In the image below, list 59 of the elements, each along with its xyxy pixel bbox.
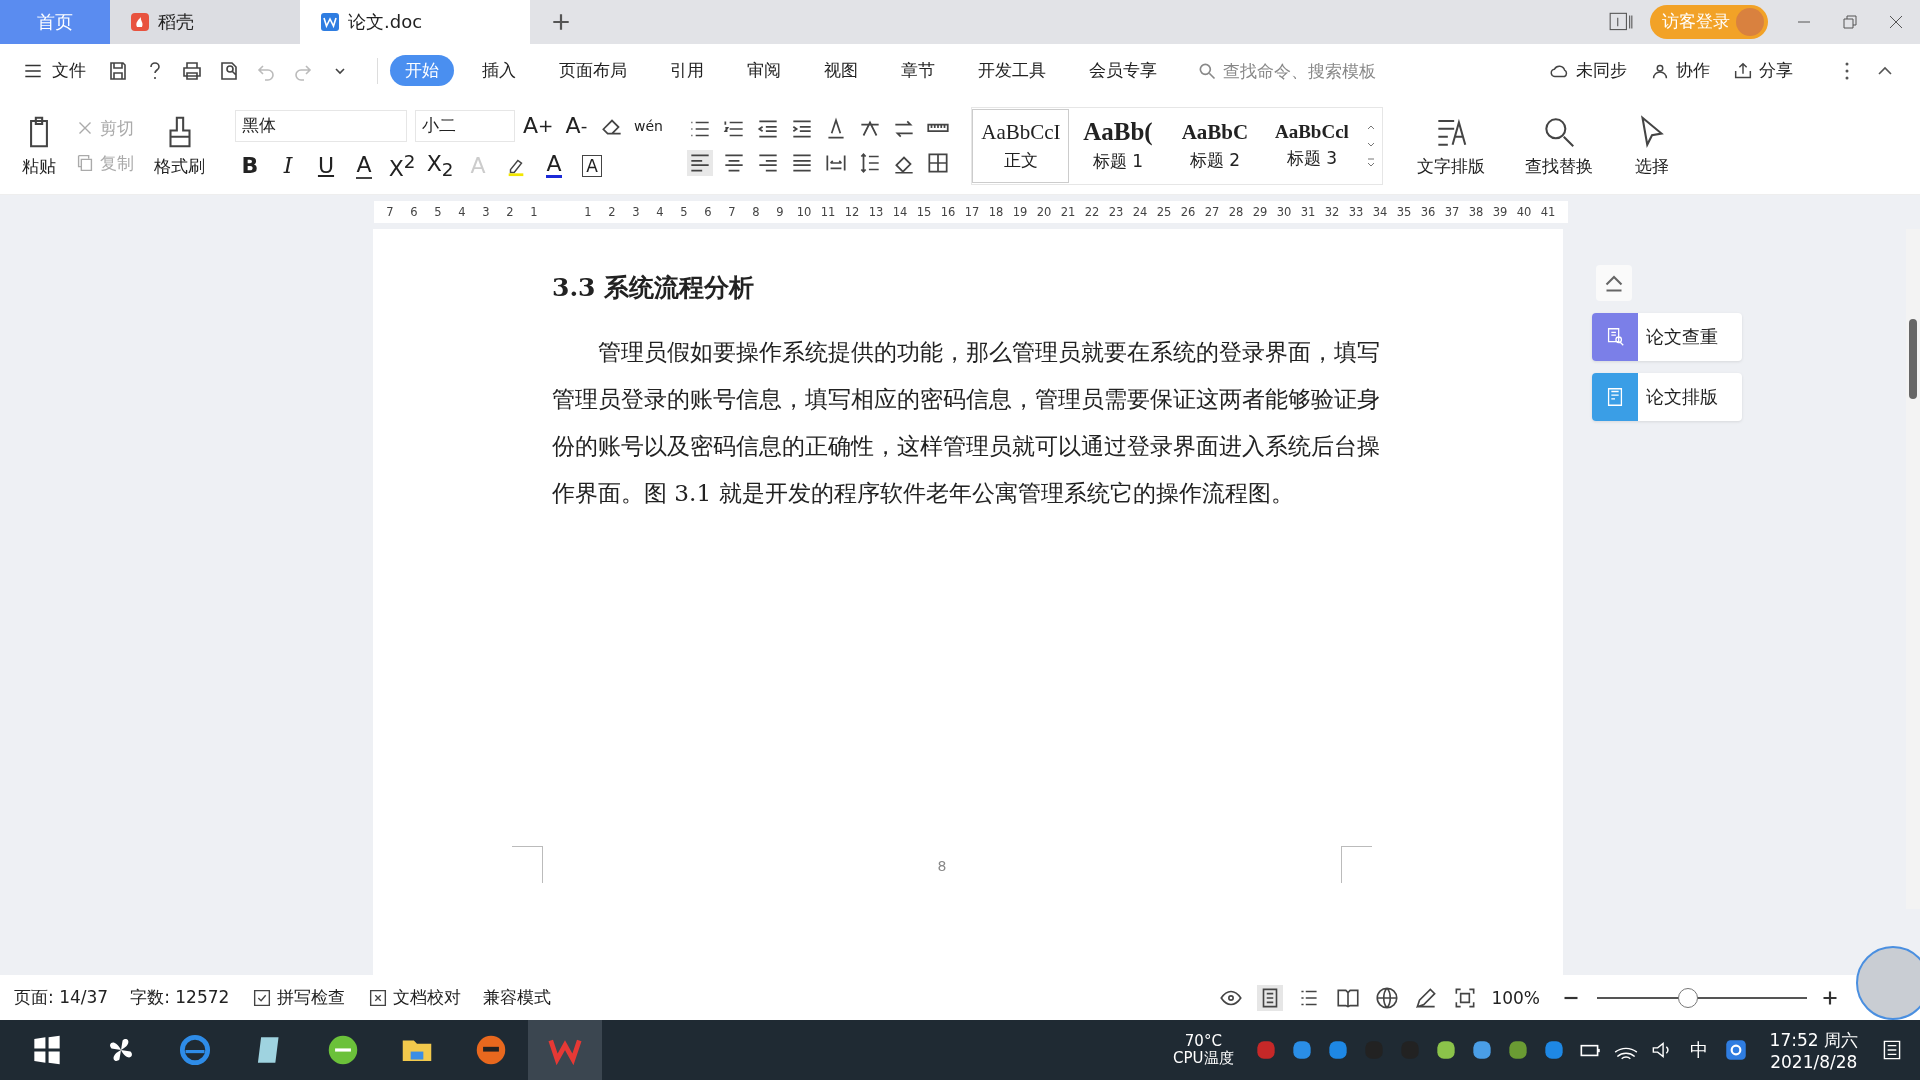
section-heading: 3.3 系统流程分析 bbox=[552, 271, 756, 304]
style-preset[interactable]: AaBb( 标题 1 bbox=[1069, 108, 1167, 183]
ribbon-tab[interactable]: 插入 bbox=[467, 55, 531, 87]
sup-button[interactable]: X$^{2}$ bbox=[387, 149, 417, 182]
scrollbar[interactable] bbox=[1906, 228, 1920, 909]
input-method[interactable]: 中 bbox=[1689, 1038, 1708, 1062]
pinyin-guide-button[interactable]: wén bbox=[633, 109, 664, 142]
crop-mark bbox=[512, 845, 543, 883]
strike-button[interactable]: A bbox=[349, 149, 379, 182]
clock[interactable]: 17:52 周六 2021/8/28 bbox=[1769, 1028, 1858, 1072]
zoom-level[interactable]: 100% bbox=[1491, 987, 1540, 1008]
body-paragraph: 管理员假如要操作系统提供的功能，那么管理员就要在系统的登录界面，填写管理员登录的账号信息，填写相应的密码信息，管理员需要保证这两者能够验证身份的账号以及密码信息的正确性，这样管理员就可以通过登录界面进入系统后台操作界面。图 3.1 就是开发的程序软件老年公寓管理系统它的操作流程图。 bbox=[552, 336, 1382, 508]
collaborate-button[interactable]: 协作 bbox=[1649, 59, 1710, 83]
ribbon-tab[interactable]: 审阅 bbox=[732, 55, 796, 87]
share-button[interactable]: 分享 bbox=[1732, 59, 1793, 83]
collapse-panel-icon[interactable] bbox=[1596, 264, 1632, 301]
document-tab[interactable]: 稻壳 bbox=[110, 0, 300, 44]
crop-mark bbox=[1341, 845, 1372, 883]
avatar-icon bbox=[1736, 7, 1764, 36]
ribbon-tab[interactable]: 开发工具 bbox=[963, 55, 1061, 87]
word-count[interactable]: 字数: 12572 bbox=[130, 986, 230, 1009]
style-preset[interactable]: AaBbC 标题 2 bbox=[1166, 108, 1264, 183]
compatibility-mode[interactable]: 兼容模式 bbox=[483, 986, 552, 1009]
spell-check-button[interactable]: 拼写检查 bbox=[251, 986, 346, 1009]
font-size-select[interactable]: 小二 bbox=[415, 109, 515, 142]
style-preset[interactable]: AaBbCcl 标题 3 bbox=[1263, 108, 1361, 183]
page-view-icon[interactable] bbox=[1257, 984, 1284, 1011]
word-document-icon bbox=[320, 11, 340, 32]
italic-button[interactable]: I bbox=[273, 149, 303, 182]
sync-button[interactable]: 未同步 bbox=[1549, 59, 1627, 83]
proofread-button[interactable]: 文档校对 bbox=[367, 986, 462, 1009]
find-tool-button[interactable]: 查找替换 bbox=[1519, 109, 1600, 183]
side-panel-item[interactable]: 论文查重 bbox=[1592, 312, 1742, 361]
style-preset[interactable]: AaBbCcI 正文 bbox=[972, 108, 1070, 183]
page-count-icon[interactable] bbox=[1608, 10, 1634, 33]
border-button[interactable]: A bbox=[577, 149, 607, 182]
color-button[interactable]: A bbox=[539, 149, 569, 182]
sub-button[interactable]: X$_{2}$ bbox=[425, 149, 455, 182]
layout-tool-button[interactable]: 文字排版 bbox=[1411, 109, 1492, 183]
format-painter-button[interactable]: 格式刷 bbox=[148, 109, 211, 183]
ruler[interactable]: 7 6 5 4 3 2 1 1 2 3 4 5 6 7 8 9 10 11 12 13 14 15 16 17 18 19 20 21 22 23 24 25 26 27 28 29 30 31 32 33 34 35 36 37 38 39 40 41 bbox=[374, 200, 1568, 223]
document-tab[interactable]: 论文.doc bbox=[300, 0, 530, 44]
cpu-temperature[interactable]: 70°C CPU温度 bbox=[1173, 1033, 1234, 1067]
ribbon-tab[interactable]: 引用 bbox=[655, 55, 719, 87]
bold-button[interactable]: B bbox=[235, 149, 265, 182]
flame-icon bbox=[130, 11, 150, 32]
ribbon-tab[interactable]: 章节 bbox=[886, 55, 950, 87]
side-panel-item[interactable]: 论文排版 bbox=[1592, 372, 1742, 421]
ribbon-tab[interactable]: 视图 bbox=[809, 55, 873, 87]
align-left-icon[interactable] bbox=[687, 149, 714, 176]
select-tool-button[interactable]: 选择 bbox=[1627, 109, 1678, 183]
file-menu[interactable]: 文件 bbox=[22, 59, 86, 83]
ribbon-tab[interactable]: 会员专享 bbox=[1074, 55, 1172, 87]
underline-button[interactable]: U bbox=[311, 149, 341, 182]
page-number: 8 bbox=[937, 857, 947, 874]
font-family-select[interactable]: 黑体 bbox=[235, 109, 407, 142]
ribbon-tab[interactable]: 页面布局 bbox=[544, 55, 642, 87]
paste-button[interactable]: 粘贴 bbox=[14, 109, 64, 183]
page-count[interactable]: 页面: 14/37 bbox=[14, 986, 109, 1009]
